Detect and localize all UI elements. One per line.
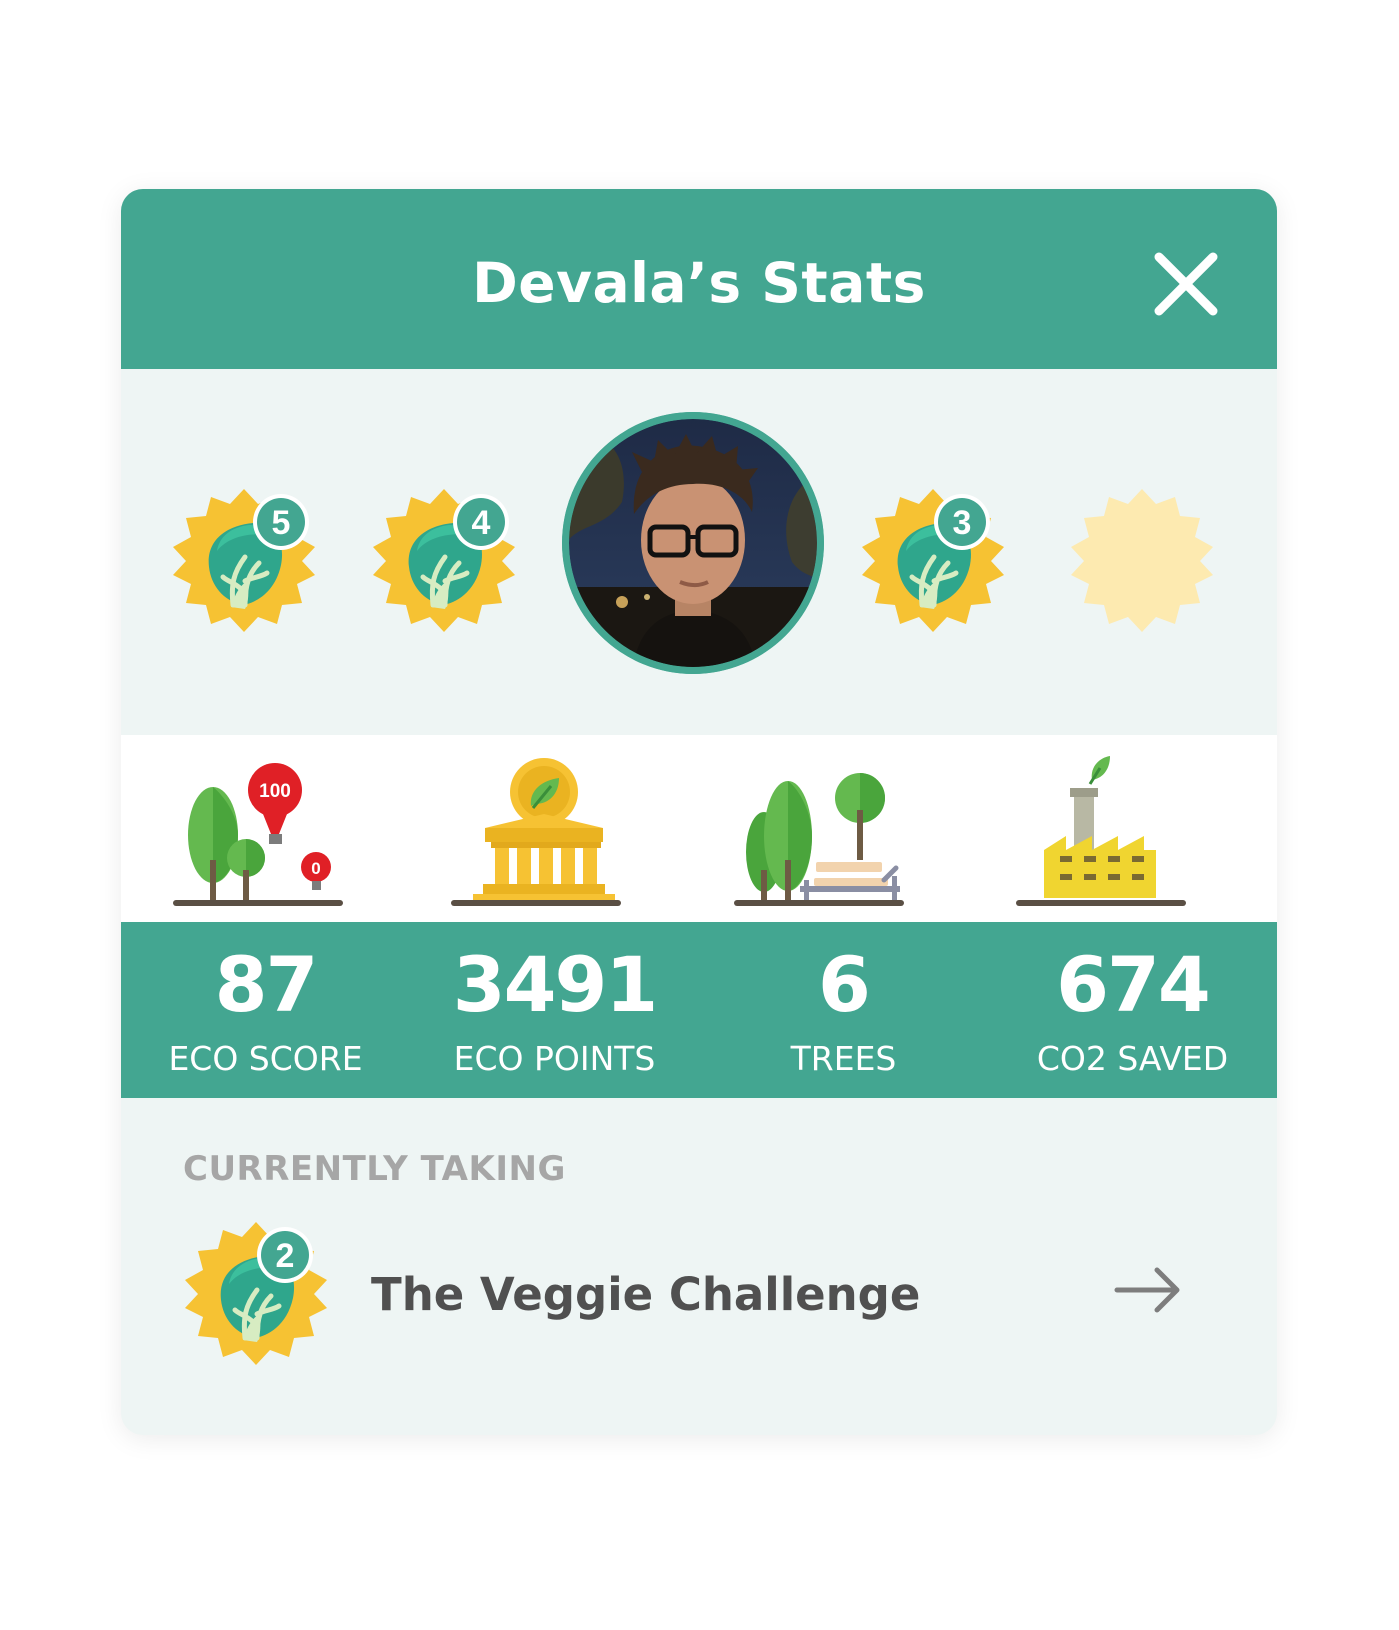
stat-co2-saved: 674 CO2 SAVED <box>988 922 1277 1098</box>
balloon-label-high: 100 <box>259 781 291 802</box>
badge-level-3[interactable]: 3 <box>858 485 1008 635</box>
section-heading: CURRENTLY TAKING <box>183 1149 566 1189</box>
badge-level-number: 2 <box>276 1237 295 1275</box>
badge-level-number: 4 <box>472 504 491 542</box>
veggie-badge-icon: 2 <box>181 1218 331 1368</box>
trees-balloon-icon: 100 0 <box>171 750 361 910</box>
bank-coin-icon <box>451 750 641 910</box>
stat-icons-row: 100 0 <box>121 735 1277 922</box>
badge-level-4[interactable]: 4 <box>369 485 519 635</box>
avatar-photo <box>562 412 824 674</box>
close-button[interactable] <box>1151 249 1221 319</box>
factory-leaf-icon <box>1014 750 1204 910</box>
badge-level-5[interactable]: 5 <box>169 485 319 635</box>
badge-level-number: 3 <box>953 504 972 542</box>
header-bar: Devala’s Stats <box>121 189 1277 369</box>
veggie-badge-icon: 3 <box>858 485 1008 635</box>
arrow-right-icon[interactable] <box>1113 1265 1183 1315</box>
stat-trees: 6 TREES <box>699 922 988 1098</box>
stat-value: 87 <box>214 940 319 1029</box>
stat-value: 3491 <box>452 940 659 1029</box>
park-bench-icon <box>734 750 924 910</box>
stat-eco-score: 87 ECO SCORE <box>121 922 410 1098</box>
veggie-badge-icon: 5 <box>169 485 319 635</box>
stats-card: Devala’s Stats 5 4 3 100 0 87 ECO SCORE … <box>121 189 1277 1435</box>
balloon-label-low: 0 <box>311 859 320 878</box>
page-title: Devala’s Stats <box>472 251 926 315</box>
currently-taking-section: CURRENTLY TAKING 2 The Veggie Challenge <box>121 1098 1277 1435</box>
stat-eco-points: 3491 ECO POINTS <box>410 922 699 1098</box>
veggie-badge-icon: 4 <box>369 485 519 635</box>
badges-row: 5 4 3 <box>121 369 1277 735</box>
stat-label: ECO POINTS <box>453 1039 656 1078</box>
challenge-item[interactable]: 2 The Veggie Challenge <box>151 1213 1251 1373</box>
avatar[interactable] <box>562 412 824 674</box>
stat-value: 674 <box>1056 940 1211 1029</box>
challenge-name: The Veggie Challenge <box>371 1268 921 1321</box>
stat-label: ECO SCORE <box>168 1039 363 1078</box>
stats-band: 87 ECO SCORE 3491 ECO POINTS 6 TREES 674… <box>121 922 1277 1098</box>
stat-value: 6 <box>818 940 871 1029</box>
stat-label: CO2 SAVED <box>1036 1039 1229 1078</box>
locked-badge-icon <box>1071 489 1213 632</box>
close-icon <box>1154 252 1218 316</box>
challenge-badge: 2 <box>181 1218 331 1368</box>
stat-label: TREES <box>790 1039 897 1078</box>
badge-locked[interactable] <box>1067 485 1217 635</box>
badge-level-number: 5 <box>272 504 291 542</box>
